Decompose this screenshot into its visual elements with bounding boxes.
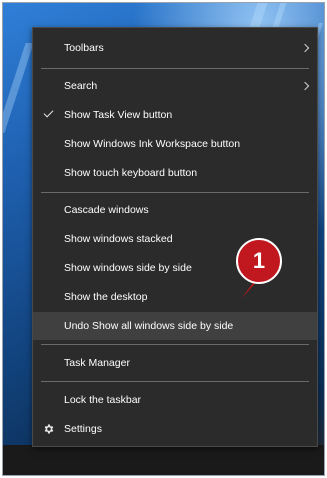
- menu-item-label: Settings: [64, 423, 102, 435]
- menu-item-label: Show touch keyboard button: [64, 167, 198, 179]
- menu-item-toolbars[interactable]: Toolbars: [33, 34, 317, 62]
- checkmark-icon: [43, 107, 54, 118]
- menu-item-label: Show windows side by side: [64, 262, 192, 274]
- menu-item-cascade-windows[interactable]: Cascade windows: [33, 196, 317, 224]
- menu-item-label: Show windows stacked: [64, 233, 173, 245]
- menu-separator: [41, 344, 309, 345]
- menu-item-label: Undo Show all windows side by side: [64, 320, 234, 332]
- chevron-right-icon: [300, 43, 310, 53]
- chevron-right-icon: [300, 81, 310, 91]
- menu-item-settings[interactable]: Settings: [33, 415, 317, 443]
- menu-item-show-touch-keyboard-button[interactable]: Show touch keyboard button: [33, 159, 317, 187]
- menu-separator: [41, 381, 309, 382]
- menu-item-label: Show the desktop: [64, 291, 148, 303]
- menu-separator: [41, 68, 309, 69]
- menu-separator: [41, 192, 309, 193]
- taskbar[interactable]: [3, 445, 324, 475]
- menu-item-label: Task Manager: [64, 357, 130, 369]
- menu-item-label: Show Task View button: [64, 109, 173, 121]
- menu-item-label: Cascade windows: [64, 204, 149, 216]
- menu-item-label: Show Windows Ink Workspace button: [64, 138, 241, 150]
- menu-item-task-manager[interactable]: Task Manager: [33, 349, 317, 377]
- gear-icon: [44, 424, 54, 434]
- menu-item-show-task-view-button[interactable]: Show Task View button: [33, 101, 317, 129]
- callout-number: 1: [252, 248, 266, 273]
- menu-item-label: Search: [64, 80, 98, 92]
- menu-item-label: Lock the taskbar: [64, 394, 142, 406]
- menu-item-show-windows-ink-workspace-button[interactable]: Show Windows Ink Workspace button: [33, 130, 317, 158]
- step-callout-badge: 1: [235, 237, 283, 299]
- menu-item-label: Toolbars: [64, 42, 104, 54]
- menu-item-search[interactable]: Search: [33, 72, 317, 100]
- menu-item-lock-the-taskbar[interactable]: Lock the taskbar: [33, 386, 317, 414]
